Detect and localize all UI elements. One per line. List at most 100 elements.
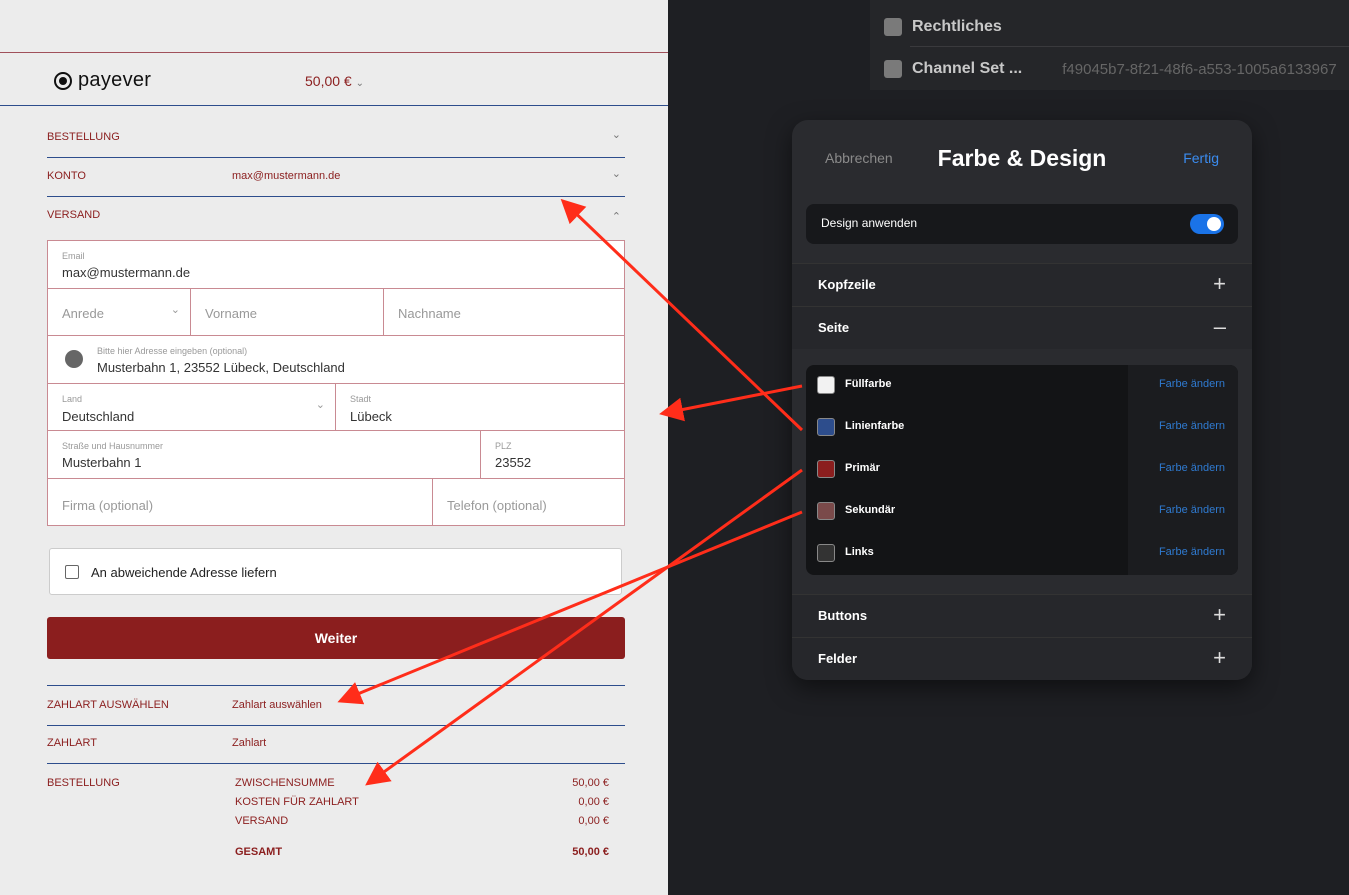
color-design-panel: Abbrechen Farbe & Design Fertig Design a… xyxy=(792,120,1252,680)
summary-row-value: 50,00 € xyxy=(572,777,609,789)
weiter-button[interactable]: Weiter xyxy=(47,617,625,659)
plus-icon: + xyxy=(1213,602,1226,627)
field-label: Email xyxy=(62,251,85,261)
done-button[interactable]: Fertig xyxy=(1183,150,1219,166)
list-item-channel-set[interactable]: Channel Set ... f49045b7-8f21-48f6-a553-… xyxy=(884,54,1337,84)
plus-icon: + xyxy=(1213,645,1226,670)
list-item-rechtliches[interactable]: Rechtliches xyxy=(884,12,1002,42)
top-bar xyxy=(0,0,668,53)
section-zahlart[interactable]: ZAHLART Zahlart xyxy=(47,724,625,764)
field-label: PLZ xyxy=(495,441,512,451)
section-label: BESTELLUNG xyxy=(47,131,120,143)
color-swatch[interactable] xyxy=(817,544,835,562)
field-value: Lübeck xyxy=(350,409,392,424)
color-row-linienfarbe: Linienfarbe Farbe ändern xyxy=(806,407,1238,449)
payever-logo: payever xyxy=(54,69,151,92)
summary-row-value: 0,00 € xyxy=(578,796,609,808)
field-placeholder: Anrede xyxy=(62,306,104,321)
land-select[interactable]: Land Deutschland ⌄ xyxy=(48,384,336,431)
summary-label: BESTELLUNG xyxy=(47,777,120,789)
color-list: Füllfarbe Farbe ändern Linienfarbe Farbe… xyxy=(806,365,1238,575)
firma-field[interactable]: Firma (optional) xyxy=(48,479,433,525)
color-name: Sekundär xyxy=(845,504,896,516)
design-toggle[interactable] xyxy=(1190,214,1224,234)
address-search-field[interactable]: Bitte hier Adresse eingeben (optional) M… xyxy=(48,336,624,384)
street-field[interactable]: Straße und Hausnummer Musterbahn 1 xyxy=(48,431,481,479)
checkout-preview: payever 50,00 € ⌄ BESTELLUNG ⌄ KONTO max… xyxy=(0,0,668,895)
section-seite[interactable]: Seite – xyxy=(792,306,1252,349)
section-label: KONTO xyxy=(47,170,86,182)
field-placeholder: Nachname xyxy=(398,306,461,321)
telefon-field[interactable]: Telefon (optional) xyxy=(433,479,624,525)
summary-total-value: 50,00 € xyxy=(572,846,609,858)
field-label: Stadt xyxy=(350,394,372,404)
field-value: Deutschland xyxy=(62,409,135,424)
section-label: ZAHLART AUSWÄHLEN xyxy=(47,699,169,711)
user-icon xyxy=(884,60,902,78)
change-color-link[interactable]: Farbe ändern xyxy=(1159,420,1225,432)
section-buttons[interactable]: Buttons + xyxy=(792,594,1252,637)
change-color-link[interactable]: Farbe ändern xyxy=(1159,546,1225,558)
field-placeholder: Telefon (optional) xyxy=(447,498,547,513)
document-icon xyxy=(884,18,902,36)
section-konto[interactable]: KONTO max@mustermann.de ⌄ xyxy=(47,157,625,197)
change-color-link[interactable]: Farbe ändern xyxy=(1159,462,1225,474)
amount-dropdown[interactable]: 50,00 € ⌄ xyxy=(305,73,364,89)
chevron-down-icon: ⌄ xyxy=(315,399,325,411)
nachname-field[interactable]: Nachname xyxy=(384,289,624,336)
field-placeholder: Firma (optional) xyxy=(62,498,154,513)
section-label: ZAHLART xyxy=(47,737,97,749)
section-label: Felder xyxy=(818,651,858,666)
section-value: Zahlart xyxy=(232,737,267,749)
section-versand[interactable]: VERSAND ⌃ xyxy=(47,196,625,234)
color-name: Linienfarbe xyxy=(845,420,905,432)
color-swatch[interactable] xyxy=(817,460,835,478)
color-name: Links xyxy=(845,546,874,558)
plz-field[interactable]: PLZ 23552 xyxy=(481,431,624,479)
different-address-row[interactable]: An abweichende Adresse liefern xyxy=(49,548,622,595)
color-swatch[interactable] xyxy=(817,502,835,520)
field-label: Straße und Hausnummer xyxy=(62,441,164,451)
section-label: Seite xyxy=(818,320,850,335)
summary-row-label: ZWISCHENSUMME xyxy=(235,777,335,789)
summary-row-value: 0,00 € xyxy=(578,815,609,827)
email-field[interactable]: Email max@mustermann.de xyxy=(48,241,624,289)
color-swatch[interactable] xyxy=(817,376,835,394)
chevron-down-icon: ⌄ xyxy=(611,168,621,180)
chevron-down-icon: ⌄ xyxy=(355,78,364,89)
globe-icon xyxy=(65,350,83,368)
color-row-sekundaer: Sekundär Farbe ändern xyxy=(806,491,1238,533)
list-item-value: f49045b7-8f21-48f6-a553-1005a6133967 xyxy=(1062,60,1337,78)
section-bestellung[interactable]: BESTELLUNG ⌄ xyxy=(47,118,625,158)
section-felder[interactable]: Felder + xyxy=(792,637,1252,680)
section-value: Zahlart auswählen xyxy=(232,699,322,711)
vorname-field[interactable]: Vorname xyxy=(191,289,384,336)
field-value: Musterbahn 1, 23552 Lübeck, Deutschland xyxy=(97,360,345,375)
different-address-checkbox[interactable] xyxy=(65,565,79,579)
color-row-primaer: Primär Farbe ändern xyxy=(806,449,1238,491)
design-toggle-row: Design anwenden xyxy=(806,204,1238,244)
konto-value: max@mustermann.de xyxy=(232,170,341,182)
section-zahlart-auswaehlen[interactable]: ZAHLART AUSWÄHLEN Zahlart auswählen xyxy=(47,685,625,726)
summary-row-label: KOSTEN FÜR ZAHLART xyxy=(235,796,359,808)
summary-row-label: VERSAND xyxy=(235,815,289,827)
summary-total-label: GESAMT xyxy=(235,846,283,858)
change-color-link[interactable]: Farbe ändern xyxy=(1159,504,1225,516)
amount-value: 50,00 € xyxy=(305,73,352,89)
color-swatch[interactable] xyxy=(817,418,835,436)
section-label: Buttons xyxy=(818,608,868,623)
field-label: Land xyxy=(62,394,83,404)
color-name: Füllfarbe xyxy=(845,378,892,390)
section-label: Kopfzeile xyxy=(818,277,876,292)
anrede-select[interactable]: Anrede ⌄ xyxy=(48,289,191,336)
change-color-link[interactable]: Farbe ändern xyxy=(1159,378,1225,390)
field-label: Bitte hier Adresse eingeben (optional) xyxy=(97,346,248,356)
list-item-label: Channel Set ... xyxy=(912,60,1023,77)
logo-text: payever xyxy=(78,69,152,91)
stadt-field[interactable]: Stadt Lübeck xyxy=(336,384,624,431)
field-value: 23552 xyxy=(495,455,532,470)
section-kopfzeile[interactable]: Kopfzeile + xyxy=(792,263,1252,306)
chevron-up-icon: ⌃ xyxy=(611,211,621,223)
minus-icon: – xyxy=(1213,314,1226,339)
field-placeholder: Vorname xyxy=(205,306,258,321)
